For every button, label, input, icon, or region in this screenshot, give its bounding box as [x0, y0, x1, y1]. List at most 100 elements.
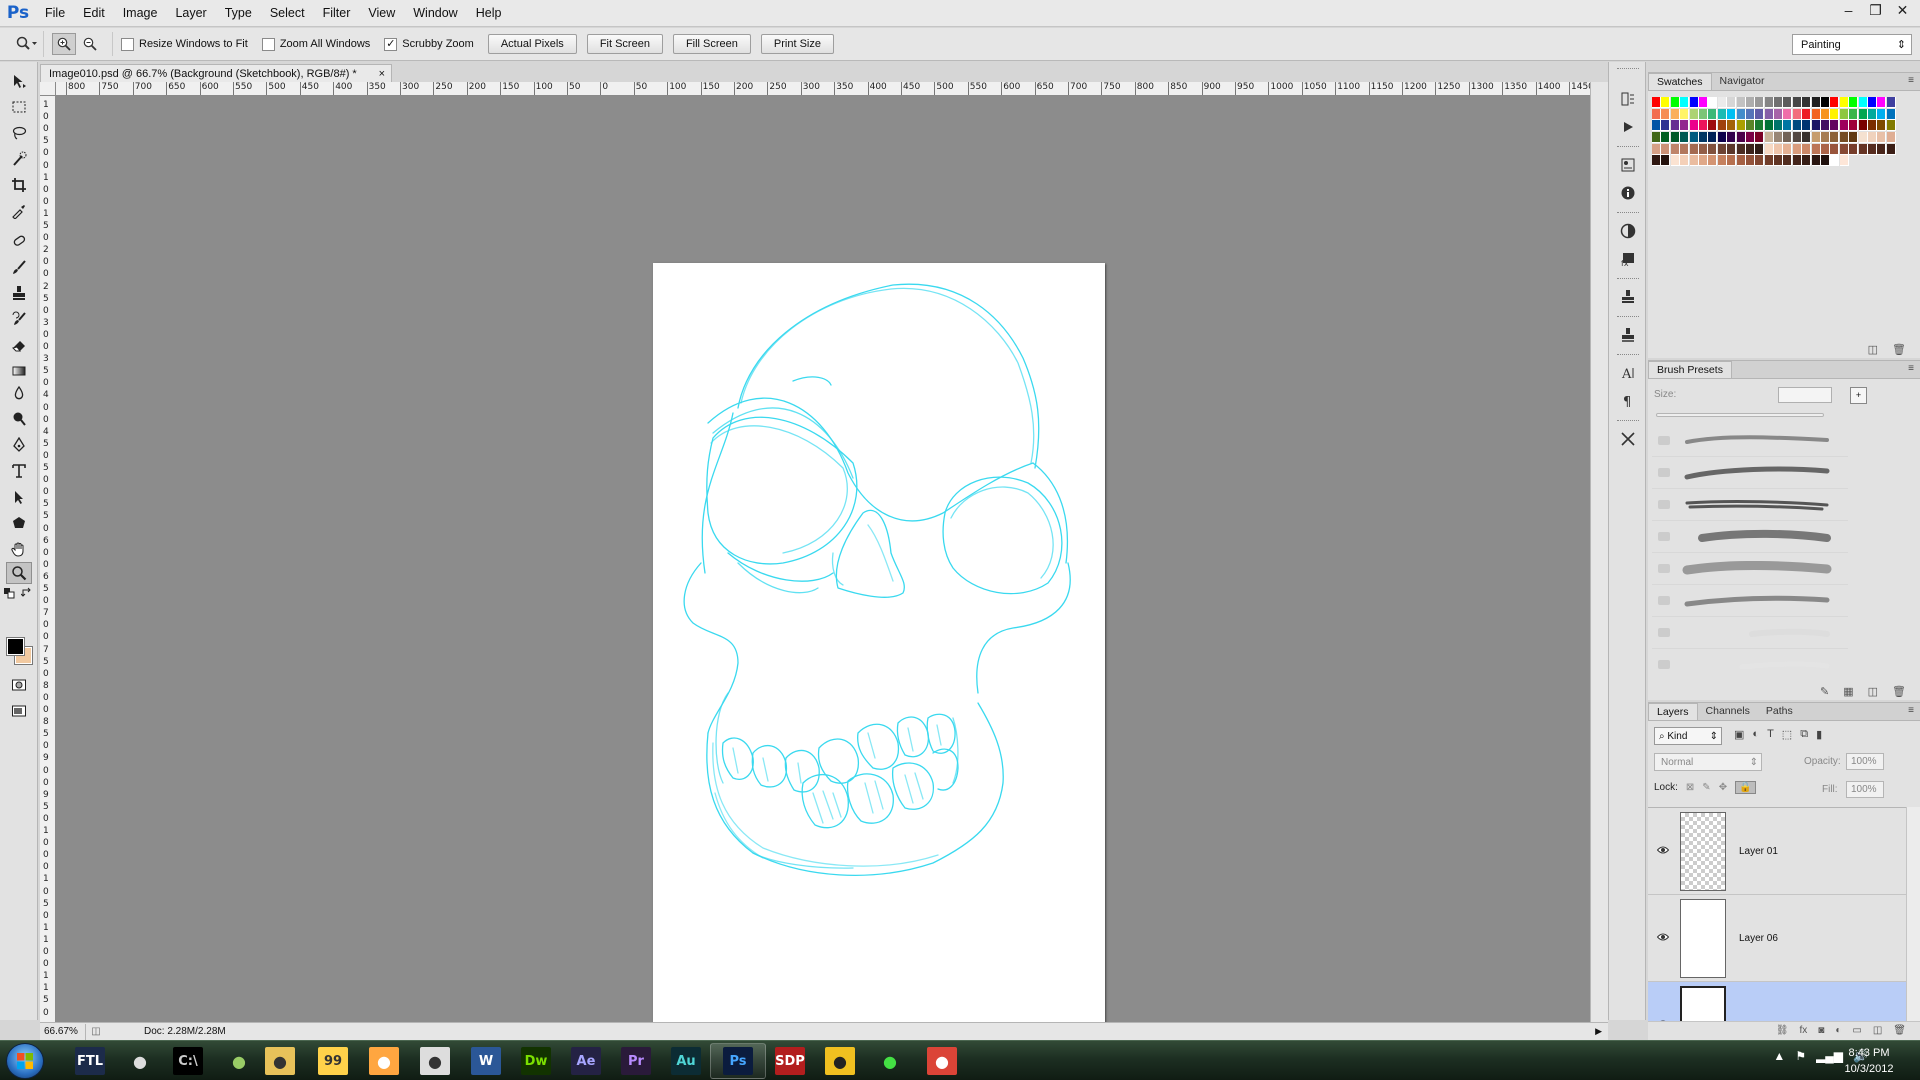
screen-mode-button[interactable]	[6, 700, 32, 722]
color-swatch[interactable]	[1792, 108, 1802, 120]
color-swatch[interactable]	[1755, 143, 1765, 155]
taskbar-premiere-app[interactable]: Pr	[608, 1043, 664, 1079]
adjustments-icon[interactable]	[1617, 220, 1639, 242]
color-swatch[interactable]	[1783, 132, 1793, 144]
dock-grip[interactable]	[1617, 146, 1639, 150]
brush-preset-item[interactable]	[1652, 553, 1848, 585]
color-swatch[interactable]	[1698, 97, 1708, 108]
document-tab[interactable]: Image010.psd @ 66.7% (Background (Sketch…	[40, 64, 392, 83]
color-swatch[interactable]	[1783, 97, 1793, 108]
color-swatch[interactable]	[1858, 97, 1868, 108]
color-swatch[interactable]	[1708, 108, 1718, 120]
brush-size-slider[interactable]	[1656, 413, 1824, 417]
brush-tool[interactable]	[6, 256, 32, 278]
color-swatch[interactable]	[1689, 132, 1699, 144]
color-swatch[interactable]	[1867, 97, 1877, 108]
shape-tool[interactable]	[6, 512, 32, 534]
tab-brush-presets[interactable]: Brush Presets	[1648, 361, 1732, 378]
link-layers-icon[interactable]: ⛓	[1776, 1025, 1789, 1036]
color-swatch[interactable]	[1849, 108, 1859, 120]
color-swatch[interactable]	[1755, 132, 1765, 144]
color-swatch[interactable]	[1670, 108, 1680, 120]
info-icon[interactable]	[1617, 182, 1639, 204]
color-swatch[interactable]	[1774, 143, 1784, 155]
layer-row[interactable]: Layer 06	[1648, 895, 1906, 982]
color-swatch[interactable]	[1821, 120, 1831, 132]
color-swatch[interactable]	[1670, 143, 1680, 155]
layer-mask-icon[interactable]: ◙	[1818, 1025, 1824, 1036]
canvas-workspace[interactable]	[56, 96, 1590, 1049]
tab-navigator[interactable]: Navigator	[1712, 73, 1773, 90]
status-menu-arrow-icon[interactable]: ▶	[1595, 1026, 1602, 1037]
lock-transparent-icon[interactable]: ⊠	[1686, 782, 1694, 793]
dock-grip[interactable]	[1617, 68, 1639, 72]
color-swatch[interactable]	[1821, 108, 1831, 120]
taskbar-photoshop-app[interactable]: Ps	[710, 1043, 766, 1079]
tool-presets-icon[interactable]	[1617, 324, 1639, 346]
color-swatch[interactable]	[1689, 97, 1699, 108]
color-swatch[interactable]	[1745, 143, 1755, 155]
color-swatch[interactable]	[1849, 143, 1859, 155]
color-swatch[interactable]	[1727, 132, 1737, 144]
start-button[interactable]	[6, 1043, 44, 1079]
layer-thumbnail[interactable]	[1680, 986, 1726, 1021]
color-swatch[interactable]	[1727, 108, 1737, 120]
color-swatch[interactable]	[1783, 120, 1793, 132]
vertical-scrollbar[interactable]	[1590, 82, 1608, 1022]
color-swatch[interactable]	[1867, 132, 1877, 144]
color-swatch[interactable]	[1830, 120, 1840, 132]
menu-view[interactable]: View	[359, 0, 404, 27]
color-swatch[interactable]	[1858, 143, 1868, 155]
color-swatch[interactable]	[1783, 155, 1793, 167]
color-swatch[interactable]	[1727, 97, 1737, 108]
dock-grip[interactable]	[1617, 354, 1639, 358]
eraser-tool[interactable]	[6, 334, 32, 356]
color-swatch[interactable]	[1755, 155, 1765, 167]
taskbar-media-player-app[interactable]: ●	[356, 1043, 412, 1079]
color-swatch[interactable]	[1764, 132, 1774, 144]
color-swatch[interactable]	[1717, 97, 1727, 108]
color-swatch[interactable]	[1717, 132, 1727, 144]
filter-smart-object-icon[interactable]: ⧉	[1800, 728, 1808, 741]
marquee-tool[interactable]	[6, 96, 32, 118]
color-swatch[interactable]	[1783, 143, 1793, 155]
layer-thumbnail[interactable]	[1680, 812, 1726, 891]
foreground-color[interactable]	[6, 637, 25, 656]
color-swatch[interactable]	[1670, 132, 1680, 144]
color-swatch[interactable]	[1858, 120, 1868, 132]
color-swatch[interactable]	[1849, 132, 1859, 144]
minimize-button[interactable]: –	[1835, 0, 1862, 20]
color-swatch[interactable]	[1708, 143, 1718, 155]
menu-select[interactable]: Select	[261, 0, 314, 27]
color-swatch[interactable]	[1811, 108, 1821, 120]
healing-brush-tool[interactable]	[6, 230, 32, 252]
color-swatch[interactable]	[1783, 108, 1793, 120]
color-swatch[interactable]	[1689, 143, 1699, 155]
color-swatch[interactable]	[1689, 155, 1699, 167]
color-swatch[interactable]	[1792, 155, 1802, 167]
color-swatch[interactable]	[1830, 155, 1840, 167]
color-swatch[interactable]	[1877, 132, 1887, 144]
color-swatch[interactable]	[1774, 108, 1784, 120]
color-swatch[interactable]	[1774, 97, 1784, 108]
color-swatch[interactable]	[1652, 143, 1661, 155]
color-swatch[interactable]	[1849, 97, 1859, 108]
color-swatch[interactable]	[1811, 143, 1821, 155]
color-swatch[interactable]	[1821, 132, 1831, 144]
color-swatch[interactable]	[1736, 155, 1746, 167]
blur-tool[interactable]	[6, 382, 32, 404]
layer-thumbnail[interactable]	[1680, 899, 1726, 978]
trash-icon[interactable]: 🗑	[1892, 685, 1906, 698]
color-swatch[interactable]	[1680, 132, 1690, 144]
color-swatch[interactable]	[1774, 132, 1784, 144]
color-swatch[interactable]	[1698, 132, 1708, 144]
brush-preset-item[interactable]	[1652, 649, 1848, 669]
color-swatch[interactable]	[1727, 143, 1737, 155]
new-brush-button[interactable]: +	[1850, 387, 1867, 404]
brush-preset-item[interactable]	[1652, 617, 1848, 649]
lock-brush-icon[interactable]: ✎	[1702, 782, 1710, 793]
tab-layers[interactable]: Layers	[1648, 703, 1698, 720]
color-swatch[interactable]	[1652, 108, 1661, 120]
color-swatch[interactable]	[1792, 143, 1802, 155]
default-colors-button[interactable]	[2, 586, 16, 600]
